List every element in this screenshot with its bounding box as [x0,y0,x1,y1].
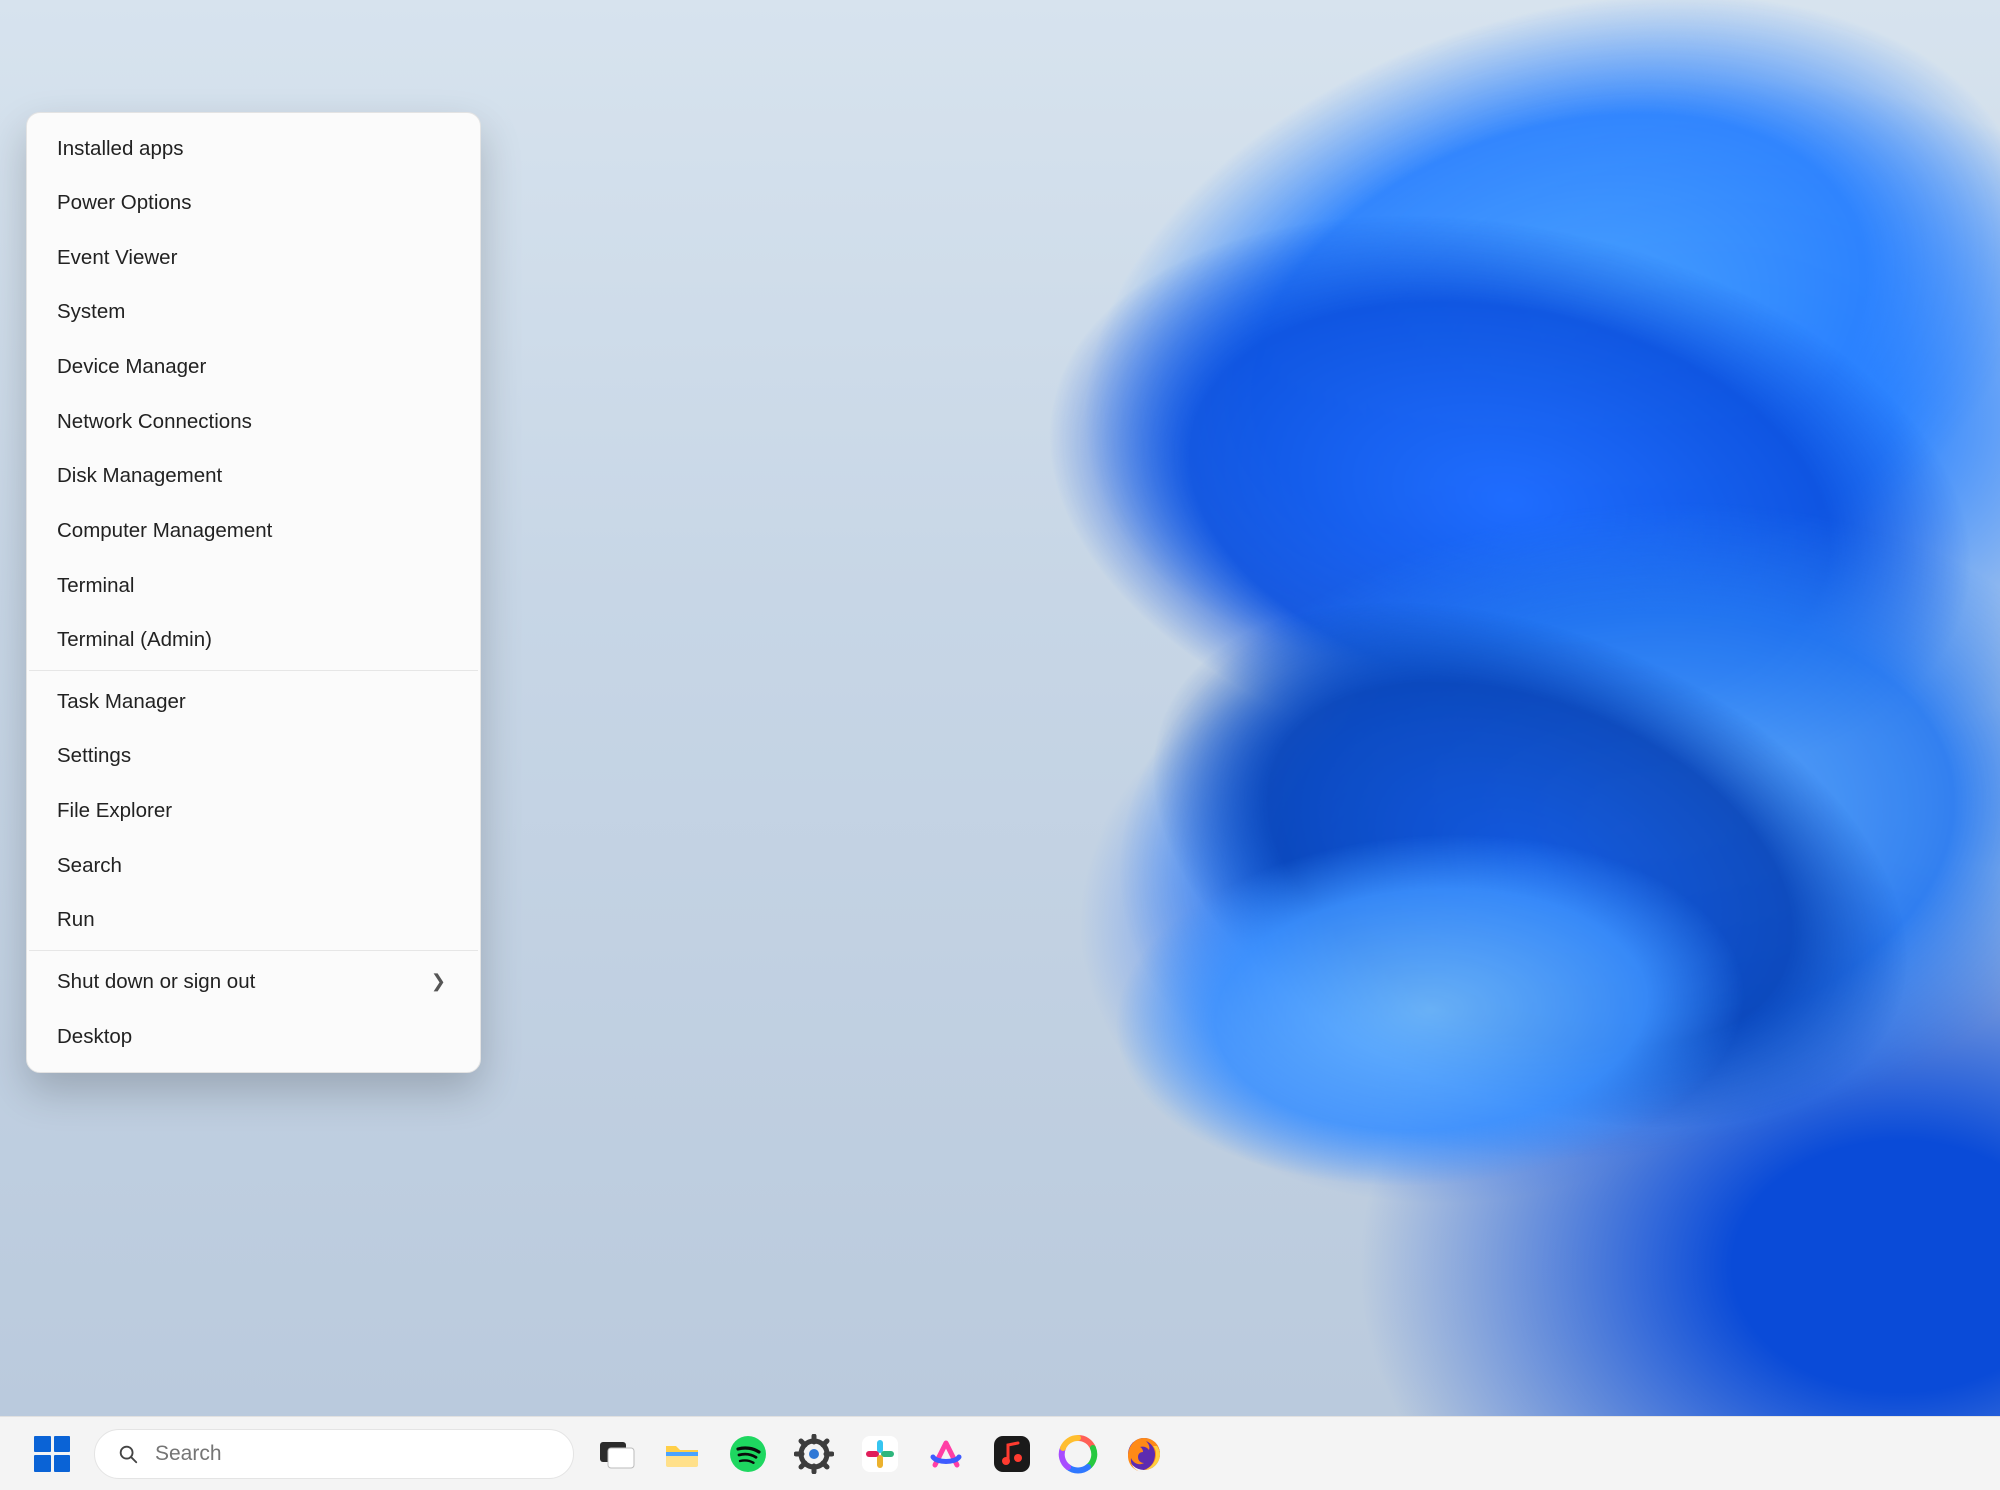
taskbar-app-itunes[interactable] [988,1430,1036,1478]
menu-item-terminal-admin[interactable]: Terminal (Admin) [27,613,480,668]
menu-item-label: Task Manager [57,689,186,715]
taskbar-search[interactable] [94,1429,574,1479]
taskbar [0,1416,2000,1490]
menu-item-label: Terminal (Admin) [57,627,212,653]
menu-item-label: Disk Management [57,463,222,489]
folder-icon [661,1433,703,1475]
start-button[interactable] [28,1430,76,1478]
menu-item-run[interactable]: Run [27,893,480,948]
winx-context-menu[interactable]: Installed apps Power Options Event Viewe… [26,112,481,1073]
menu-separator [29,950,478,951]
menu-item-network-connections[interactable]: Network Connections [27,394,480,449]
menu-item-label: Event Viewer [57,245,177,271]
copilot-icon [1057,1433,1099,1475]
menu-item-file-explorer[interactable]: File Explorer [27,784,480,839]
taskbar-app-arc[interactable] [922,1430,970,1478]
menu-item-desktop[interactable]: Desktop [27,1009,480,1064]
menu-item-label: Terminal [57,573,134,599]
menu-item-label: Run [57,907,95,933]
menu-item-power-options[interactable]: Power Options [27,176,480,231]
menu-item-label: File Explorer [57,798,172,824]
menu-item-computer-management[interactable]: Computer Management [27,503,480,558]
taskbar-app-copilot[interactable] [1054,1430,1102,1478]
arc-icon [925,1433,967,1475]
menu-item-settings[interactable]: Settings [27,729,480,784]
taskbar-app-slack[interactable] [856,1430,904,1478]
menu-item-shutdown-signout[interactable]: Shut down or sign out ❯ [27,954,480,1009]
menu-item-disk-management[interactable]: Disk Management [27,449,480,504]
music-note-icon [991,1433,1033,1475]
menu-item-device-manager[interactable]: Device Manager [27,340,480,395]
menu-item-installed-apps[interactable]: Installed apps [27,121,480,176]
taskbar-app-taskview[interactable] [592,1430,640,1478]
menu-item-label: Desktop [57,1024,132,1050]
menu-item-event-viewer[interactable]: Event Viewer [27,230,480,285]
menu-item-label: Search [57,853,122,879]
windows-logo-icon [34,1436,70,1472]
menu-item-label: Settings [57,743,131,769]
menu-item-label: Network Connections [57,409,252,435]
spotify-icon [727,1433,769,1475]
taskbar-app-firefox[interactable] [1120,1430,1168,1478]
search-icon [117,1443,139,1465]
taskview-icon [595,1433,637,1475]
search-input[interactable] [155,1442,551,1466]
menu-item-task-manager[interactable]: Task Manager [27,674,480,729]
slack-icon [859,1433,901,1475]
taskbar-app-settings[interactable] [790,1430,838,1478]
menu-item-label: Computer Management [57,518,272,544]
chevron-right-icon: ❯ [431,970,446,993]
gear-icon [793,1433,835,1475]
menu-item-label: Device Manager [57,354,206,380]
taskbar-app-explorer[interactable] [658,1430,706,1478]
firefox-icon [1123,1433,1165,1475]
menu-item-label: System [57,299,125,325]
menu-item-search[interactable]: Search [27,838,480,893]
menu-item-system[interactable]: System [27,285,480,340]
taskbar-app-spotify[interactable] [724,1430,772,1478]
menu-separator [29,670,478,671]
menu-item-label: Shut down or sign out [57,969,255,995]
menu-item-terminal[interactable]: Terminal [27,558,480,613]
menu-item-label: Installed apps [57,136,184,162]
menu-item-label: Power Options [57,190,191,216]
